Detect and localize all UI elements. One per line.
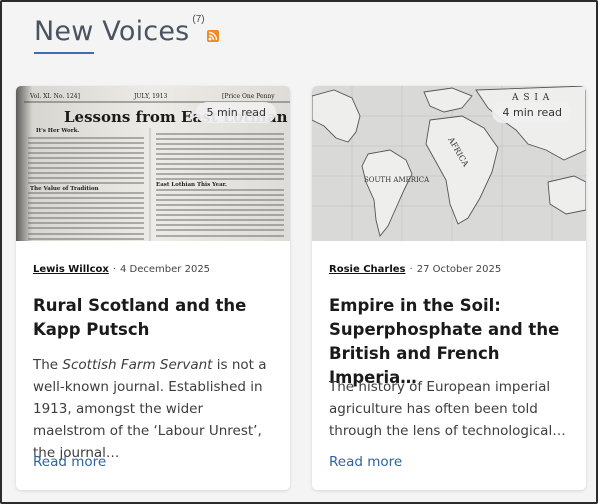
meta-separator: · (112, 264, 117, 275)
article-title[interactable]: Rural Scotland and the Kapp Putsch (33, 294, 279, 342)
svg-text:The Value of Tradition: The Value of Tradition (30, 186, 99, 192)
read-time-badge: 5 min read (196, 102, 276, 123)
article-meta: Rosie Charles · 27 October 2025 (329, 264, 501, 275)
read-more-link[interactable]: Read more (33, 454, 106, 470)
article-thumbnail-newspaper[interactable]: Vol. XI. No. 124] JULY, 1913 [Price One … (16, 86, 290, 241)
publish-date: 4 December 2025 (120, 264, 211, 275)
svg-text:SOUTH AMERICA: SOUTH AMERICA (364, 176, 430, 184)
journal-name: Scottish Farm Servant (62, 357, 213, 373)
article-excerpt: The Scottish Farm Servant is not a well-… (33, 357, 267, 461)
read-time-badge: 4 min read (492, 102, 572, 123)
svg-text:East Lothian This Year.: East Lothian This Year. (156, 182, 227, 188)
publish-date: 27 October 2025 (416, 264, 502, 275)
section-header: New Voices (7) (34, 12, 219, 52)
title-underline (34, 52, 94, 54)
item-count: (7) (192, 14, 205, 25)
section-title: New Voices (34, 16, 190, 47)
author-link[interactable]: Lewis Willcox (33, 264, 109, 275)
svg-text:Vol. XI. No. 124]: Vol. XI. No. 124] (29, 93, 80, 100)
svg-text:JULY, 1913: JULY, 1913 (133, 93, 168, 100)
read-more-link[interactable]: Read more (329, 454, 402, 470)
article-card[interactable]: Vol. XI. No. 124] JULY, 1913 [Price One … (16, 86, 290, 490)
author-link[interactable]: Rosie Charles (329, 264, 406, 275)
article-thumbnail-world-map[interactable]: A S I A AFRICA SOUTH AMERICA 4 min read (312, 86, 586, 241)
rss-feed-icon[interactable] (206, 30, 219, 42)
svg-text:It's Her Work.: It's Her Work. (36, 128, 79, 134)
article-card[interactable]: A S I A AFRICA SOUTH AMERICA 4 min read … (312, 86, 586, 490)
article-meta: Lewis Willcox · 4 December 2025 (33, 264, 210, 275)
meta-separator: · (409, 264, 413, 275)
article-excerpt: The history of European imperial agricul… (329, 379, 566, 439)
svg-text:[Price One Penny: [Price One Penny (222, 93, 275, 100)
